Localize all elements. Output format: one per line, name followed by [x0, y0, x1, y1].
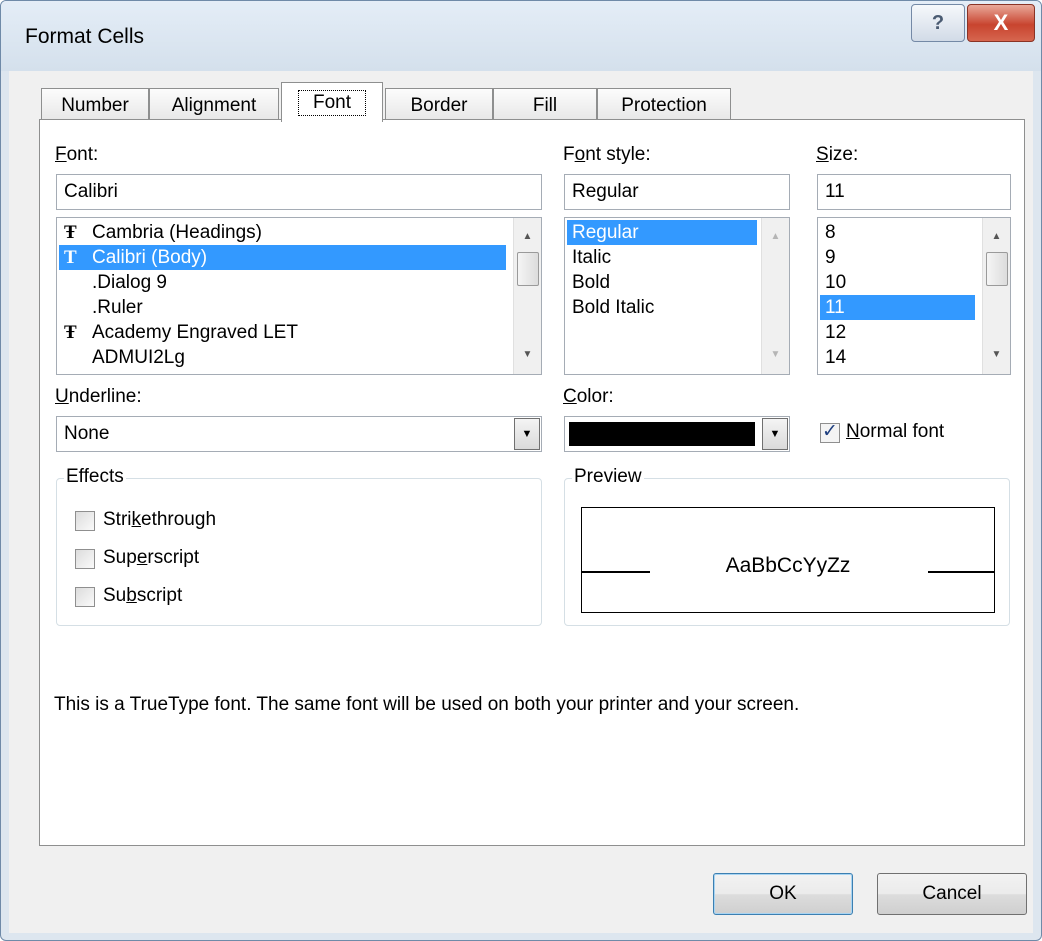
size-item[interactable]: 14 — [820, 345, 978, 370]
tab-alignment[interactable]: Alignment — [149, 88, 279, 122]
tab-number[interactable]: Number — [41, 88, 149, 122]
font-list-scrollbar[interactable]: ▲ ▼ — [513, 218, 541, 374]
help-icon: ? — [931, 11, 945, 34]
underline-label: Underline: — [55, 386, 142, 407]
normal-font-label[interactable]: Normal font — [846, 421, 944, 443]
font-list-item[interactable]: Ŧ Cambria (Headings) — [59, 220, 511, 245]
size-item[interactable]: 10 — [820, 270, 978, 295]
window-title: Format Cells — [25, 25, 145, 48]
font-label: Font: — [55, 144, 99, 165]
normal-font-checkbox[interactable] — [820, 420, 840, 443]
font-name-input[interactable]: Calibri — [56, 174, 542, 210]
scroll-up-icon[interactable]: ▲ — [514, 226, 541, 246]
font-style-item[interactable]: Bold Italic — [567, 295, 757, 320]
truetype-icon: T — [64, 247, 77, 268]
ok-button[interactable]: OK — [713, 873, 853, 915]
help-button[interactable]: ? — [911, 4, 965, 42]
size-item[interactable]: 8 — [820, 220, 978, 245]
underline-dropdown[interactable]: None ▼ — [56, 416, 542, 452]
subscript-label[interactable]: Subscript — [103, 585, 182, 607]
chevron-down-icon[interactable]: ▼ — [762, 418, 788, 450]
font-list-item[interactable]: .Ruler — [59, 295, 511, 320]
strikethrough-label[interactable]: Strikethrough — [103, 509, 216, 531]
scroll-thumb[interactable] — [517, 252, 539, 286]
strikethrough-checkbox[interactable] — [75, 511, 95, 531]
font-list-item[interactable]: Ŧ Academy Engraved LET — [59, 320, 511, 345]
size-item[interactable]: 9 — [820, 245, 978, 270]
effects-title: Effects — [64, 466, 126, 488]
preview-baseline-right — [928, 571, 994, 573]
font-tab-panel: Font: Calibri Ŧ Cambria (Headings) T Calib… — [39, 119, 1025, 846]
effects-group: Effects Strikethrough Superscript Subscr… — [56, 466, 542, 626]
preview-box: AaBbCcYyZz — [581, 507, 995, 613]
font-style-item[interactable]: Bold — [567, 270, 757, 295]
scroll-thumb[interactable] — [986, 252, 1008, 286]
scroll-up-icon[interactable]: ▲ — [983, 226, 1010, 246]
font-style-scrollbar[interactable]: ▲ ▼ — [761, 218, 789, 374]
font-style-item[interactable]: Italic — [567, 245, 757, 270]
size-list-scrollbar[interactable]: ▲ ▼ — [982, 218, 1010, 374]
preview-sample-text: AaBbCcYyZz — [725, 554, 851, 577]
scroll-down-icon[interactable]: ▼ — [762, 344, 789, 364]
truetype-icon: Ŧ — [64, 222, 77, 243]
preview-title: Preview — [572, 466, 644, 488]
subscript-checkbox[interactable] — [75, 587, 95, 607]
close-icon: X — [993, 10, 1009, 35]
font-style-item-selected[interactable]: Regular — [567, 220, 757, 245]
tab-border[interactable]: Border — [385, 88, 493, 122]
size-input[interactable]: 11 — [817, 174, 1011, 210]
color-dropdown[interactable]: ▼ — [564, 416, 790, 452]
size-list[interactable]: 8 9 10 11 12 14 ▲ ▼ — [817, 217, 1011, 375]
close-button[interactable]: X — [967, 4, 1035, 42]
cancel-button[interactable]: Cancel — [877, 873, 1027, 915]
underline-value: None — [64, 423, 110, 444]
title-bar[interactable]: Format Cells ? X — [1, 1, 1041, 71]
tab-fill[interactable]: Fill — [493, 88, 597, 122]
scroll-down-icon[interactable]: ▼ — [514, 344, 541, 364]
size-item-selected[interactable]: 11 — [820, 295, 975, 320]
preview-group: Preview AaBbCcYyZz — [564, 466, 1010, 626]
size-item[interactable]: 12 — [820, 320, 978, 345]
font-style-label: Font style: — [563, 144, 651, 165]
color-label: Color: — [563, 386, 614, 407]
size-label: Size: — [816, 144, 859, 165]
dialog-client-area: Number Alignment Font Border Fill Protec… — [9, 71, 1033, 933]
font-list-item-selected[interactable]: T Calibri (Body) — [59, 245, 506, 270]
chevron-down-icon[interactable]: ▼ — [514, 418, 540, 450]
tab-font[interactable]: Font — [281, 82, 383, 122]
superscript-checkbox[interactable] — [75, 549, 95, 569]
font-list-item[interactable]: .Dialog 9 — [59, 270, 511, 295]
font-style-input[interactable]: Regular — [564, 174, 790, 210]
tab-font-label: Font — [297, 89, 367, 116]
truetype-info-text: This is a TrueType font. The same font w… — [54, 694, 800, 715]
font-list-item[interactable]: ADMUI2Lg — [59, 345, 511, 370]
format-cells-dialog: Format Cells ? X Number Alignment Font B… — [0, 0, 1042, 941]
scroll-up-icon[interactable]: ▲ — [762, 226, 789, 246]
tab-protection[interactable]: Protection — [597, 88, 731, 122]
font-list[interactable]: Ŧ Cambria (Headings) T Calibri (Body) .Dia… — [56, 217, 542, 375]
superscript-label[interactable]: Superscript — [103, 547, 199, 569]
font-style-list[interactable]: Regular Italic Bold Bold Italic ▲ ▼ — [564, 217, 790, 375]
scroll-down-icon[interactable]: ▼ — [983, 344, 1010, 364]
color-swatch — [569, 422, 755, 446]
truetype-icon: Ŧ — [64, 322, 77, 343]
